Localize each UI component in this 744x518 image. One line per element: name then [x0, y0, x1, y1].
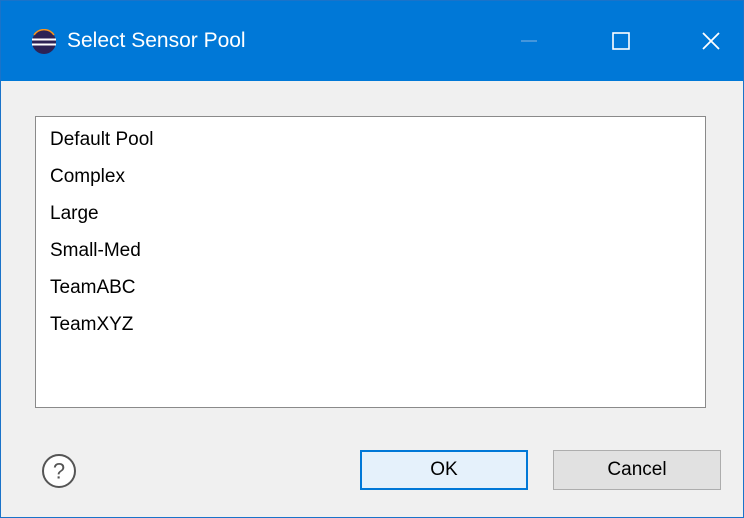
maximize-button[interactable] — [575, 1, 667, 81]
list-item-teamabc[interactable]: TeamABC — [50, 276, 136, 300]
maximize-icon — [612, 32, 630, 50]
svg-text:?: ? — [53, 459, 65, 484]
sensor-pool-list[interactable]: Default Pool Complex Large Small-Med Tea… — [35, 116, 706, 408]
title-bar[interactable]: Select Sensor Pool — [1, 1, 743, 81]
list-item-teamxyz[interactable]: TeamXYZ — [50, 313, 133, 337]
close-icon — [702, 32, 720, 50]
cancel-button[interactable]: Cancel — [553, 450, 721, 490]
list-item-large[interactable]: Large — [50, 202, 99, 226]
eclipse-icon — [32, 29, 56, 54]
select-sensor-pool-dialog: Select Sensor Pool Default Pool Complex … — [0, 0, 744, 518]
minimize-icon — [521, 40, 537, 42]
close-button[interactable] — [665, 1, 744, 81]
minimize-button[interactable] — [483, 1, 575, 81]
list-item-small-med[interactable]: Small-Med — [50, 239, 141, 263]
list-item-default-pool[interactable]: Default Pool — [50, 128, 154, 152]
list-item-complex[interactable]: Complex — [50, 165, 125, 189]
ok-button[interactable]: OK — [360, 450, 528, 490]
window-title: Select Sensor Pool — [67, 29, 246, 52]
help-icon[interactable]: ? — [41, 453, 77, 489]
